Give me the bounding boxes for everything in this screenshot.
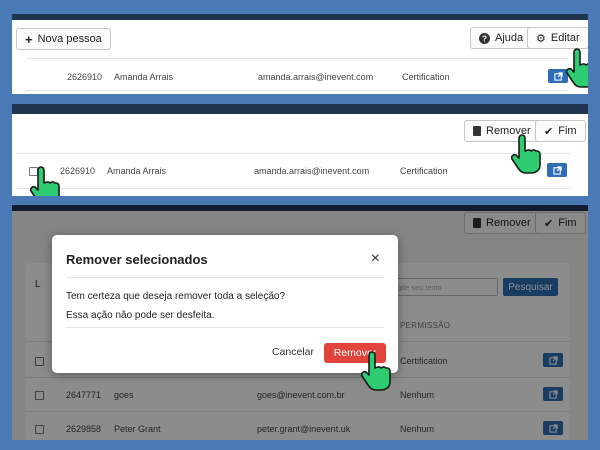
- done-label: Fim: [558, 125, 577, 137]
- new-person-button[interactable]: + Nova pessoa: [16, 28, 111, 50]
- edit-button[interactable]: ⚙ Editar: [527, 27, 588, 49]
- modal-message-line-2: Essa ação não pode ser desfeita.: [66, 310, 215, 321]
- row-divider: [26, 58, 568, 59]
- row-divider: [26, 90, 568, 91]
- top-strip: [12, 104, 588, 114]
- row-id: 2626910: [60, 166, 96, 176]
- trash-icon: [473, 126, 481, 136]
- panel-step-3: Remover ✔ Fim L Digite seu texto Pesquis…: [12, 205, 588, 440]
- external-link-icon: [552, 165, 562, 175]
- check-icon: ✔: [544, 125, 554, 138]
- modal-message-line-1: Tem certeza que deseja remover toda a se…: [66, 291, 286, 302]
- svg-text:?: ?: [482, 34, 487, 43]
- help-label: Ajuda: [495, 32, 524, 44]
- edit-label: Editar: [550, 32, 580, 44]
- row-divider: [16, 188, 570, 189]
- row-name: Amanda Arrais: [114, 72, 174, 82]
- row-divider: [16, 153, 570, 154]
- external-link-icon: [553, 71, 563, 81]
- question-circle-icon: ?: [479, 32, 490, 44]
- modal-title: Remover selecionados: [66, 252, 208, 267]
- panel-step-1: + Nova pessoa ? Ajuda ⚙ Editar 2626910 A…: [12, 14, 588, 94]
- row-email: amanda.arrais@inevent.com: [258, 72, 374, 82]
- new-person-label: Nova pessoa: [37, 33, 102, 45]
- modal-divider: [66, 277, 384, 278]
- close-icon[interactable]: ×: [371, 250, 380, 268]
- help-button[interactable]: ? Ajuda: [470, 27, 533, 49]
- row-permission: Certification: [402, 72, 450, 82]
- row-name: Amanda Arrais: [107, 166, 167, 176]
- modal-divider: [66, 327, 384, 328]
- remove-selected-modal: Remover selecionados × Tem certeza que d…: [52, 235, 398, 373]
- plus-icon: +: [25, 31, 33, 47]
- top-strip: [12, 14, 588, 20]
- pointer-hand-icon: [565, 48, 588, 88]
- row-email: amanda.arrais@inevent.com: [254, 166, 370, 176]
- cancel-button[interactable]: Cancelar: [272, 346, 314, 358]
- pointer-hand-icon: [360, 351, 391, 391]
- pointer-hand-icon: [29, 166, 60, 196]
- pointer-hand-icon: [510, 134, 541, 174]
- row-id: 2626910: [67, 72, 103, 82]
- gear-icon: ⚙: [536, 32, 546, 45]
- row-edit-button[interactable]: [547, 163, 567, 177]
- row-permission: Certification: [400, 166, 448, 176]
- panel-step-2: Remover ✔ Fim 2626910 Amanda Arrais aman…: [12, 104, 588, 196]
